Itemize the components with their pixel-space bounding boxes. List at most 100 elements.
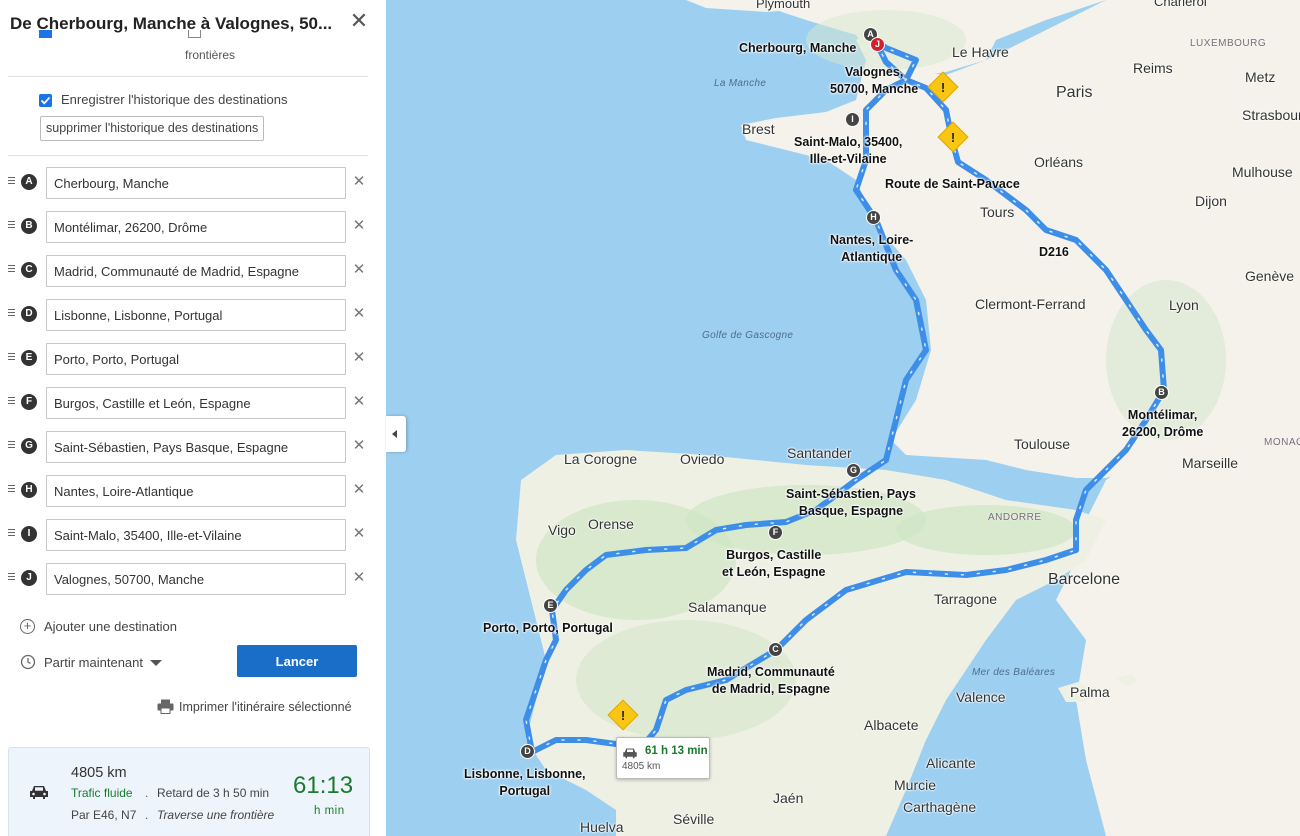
history-label: Enregistrer l'historique des destination…	[61, 92, 288, 107]
remove-stop-icon[interactable]: ✕	[352, 261, 366, 279]
place-brest: Brest	[742, 121, 775, 137]
waypoint-label-madrid: Madrid, Communauté de Madrid, Espagne	[707, 665, 835, 696]
collapse-panel-button[interactable]	[386, 416, 406, 452]
map-marker-g[interactable]: G	[846, 463, 861, 478]
road-label-d216: D216	[1039, 245, 1069, 259]
waypoint-label-saint-sebastien: Saint-Sébastien, Pays Basque, Espagne	[786, 487, 916, 518]
map-marker-i[interactable]: I	[845, 112, 860, 127]
stop-input-g[interactable]	[46, 431, 346, 463]
place-andorre: ANDORRE	[988, 512, 1042, 523]
place-lyon: Lyon	[1169, 297, 1199, 313]
map-marker-h[interactable]: H	[866, 210, 881, 225]
sea-la-manche: La Manche	[714, 78, 767, 89]
divider	[8, 155, 368, 156]
stop-input-h[interactable]	[46, 475, 346, 507]
partial-checkbox-2[interactable]	[188, 30, 201, 38]
launch-button[interactable]: Lancer	[237, 645, 357, 677]
divider	[8, 76, 368, 77]
map-marker-f[interactable]: F	[768, 525, 783, 540]
route-option-card[interactable]: 4805 km Trafic fluide . Retard de 3 h 50…	[8, 747, 370, 836]
separator-dot: .	[145, 808, 149, 822]
map-canvas[interactable]: Plymouth Charleroi Le Havre LUXEMBOURG R…	[386, 0, 1300, 836]
stop-row-d: D ✕	[0, 299, 386, 331]
remove-stop-icon[interactable]: ✕	[352, 525, 366, 543]
drag-handle-icon[interactable]	[8, 573, 15, 583]
place-paris: Paris	[1056, 84, 1093, 101]
stop-input-d[interactable]	[46, 299, 346, 331]
history-checkbox[interactable]	[39, 94, 52, 107]
drag-handle-icon[interactable]	[8, 353, 15, 363]
place-marseille: Marseille	[1182, 455, 1239, 471]
place-clermont: Clermont-Ferrand	[975, 296, 1086, 312]
remove-stop-icon[interactable]: ✕	[352, 305, 366, 323]
drag-handle-icon[interactable]	[8, 397, 15, 407]
stop-marker-i: I	[21, 526, 37, 542]
drag-handle-icon[interactable]	[8, 177, 15, 187]
stop-input-a[interactable]	[46, 167, 346, 199]
bubble-distance: 4805 km	[622, 761, 661, 772]
remove-stop-icon[interactable]: ✕	[352, 393, 366, 411]
avoid-borders-label: frontières	[185, 48, 236, 62]
stop-input-i[interactable]	[46, 519, 346, 551]
remove-stop-icon[interactable]: ✕	[352, 437, 366, 455]
place-tarragone: Tarragone	[934, 591, 998, 607]
waypoint-label-valognes: Valognes, 50700, Manche	[830, 65, 919, 96]
directions-panel: De Cherbourg, Manche à Valognes, 50... ✕…	[0, 0, 386, 836]
close-icon[interactable]: ✕	[346, 8, 372, 34]
printer-icon	[157, 699, 174, 714]
place-carthagene: Carthagène	[903, 799, 977, 815]
map-marker-e[interactable]: E	[543, 598, 558, 613]
stop-marker-c: C	[21, 262, 37, 278]
route-duration-bubble[interactable]: 61 h 13 min 4805 km	[616, 737, 710, 779]
stop-marker-d: D	[21, 306, 37, 322]
place-alicante: Alicante	[926, 755, 976, 771]
remove-stop-icon[interactable]: ✕	[352, 481, 366, 499]
place-vigo: Vigo	[548, 522, 576, 538]
stop-input-j[interactable]	[46, 563, 346, 595]
map-marker-b[interactable]: B	[1154, 385, 1169, 400]
map-marker-c[interactable]: C	[768, 642, 783, 657]
stop-input-c[interactable]	[46, 255, 346, 287]
separator-dot: .	[145, 786, 149, 800]
remove-stop-icon[interactable]: ✕	[352, 217, 366, 235]
stop-marker-g: G	[21, 438, 37, 454]
place-dijon: Dijon	[1195, 193, 1227, 209]
partial-checkbox-1[interactable]	[39, 30, 52, 38]
stop-input-b[interactable]	[46, 211, 346, 243]
remove-stop-icon[interactable]: ✕	[352, 569, 366, 587]
drag-handle-icon[interactable]	[8, 221, 15, 231]
remove-stop-icon[interactable]: ✕	[352, 349, 366, 367]
plus-circle-icon: +	[20, 619, 35, 634]
place-huelva: Huelva	[580, 819, 624, 835]
place-toulouse: Toulouse	[1014, 436, 1071, 452]
route-distance: 4805 km	[71, 765, 127, 781]
place-strasbourg: Strasbourg	[1242, 107, 1300, 123]
place-luxembourg: LUXEMBOURG	[1190, 38, 1267, 49]
place-murcie: Murcie	[894, 777, 937, 793]
drag-handle-icon[interactable]	[8, 309, 15, 319]
traffic-status: Trafic fluide	[71, 786, 133, 800]
stop-marker-f: F	[21, 394, 37, 410]
print-label: Imprimer l'itinéraire sélectionné	[179, 700, 352, 714]
route-via: Par E46, N7	[71, 808, 137, 822]
add-destination-label: Ajouter une destination	[44, 619, 177, 634]
clear-history-button[interactable]: supprimer l'historique des destinations	[40, 116, 265, 141]
drag-handle-icon[interactable]	[8, 529, 15, 539]
border-crossing-note: Traverse une frontière	[157, 808, 275, 822]
map-marker-d[interactable]: D	[520, 744, 535, 759]
remove-stop-icon[interactable]: ✕	[352, 173, 366, 191]
stop-input-f[interactable]	[46, 387, 346, 419]
drag-handle-icon[interactable]	[8, 485, 15, 495]
drag-handle-icon[interactable]	[8, 441, 15, 451]
delay-text: Retard de 3 h 50 min	[157, 786, 270, 800]
map-marker-j[interactable]: J	[870, 37, 885, 52]
stop-input-e[interactable]	[46, 343, 346, 375]
place-salamanque: Salamanque	[688, 599, 767, 615]
stop-marker-h: H	[21, 482, 37, 498]
sea-golfe-de-gascogne: Golfe de Gascogne	[702, 330, 794, 341]
place-la-corogne: La Corogne	[564, 451, 638, 467]
place-seville: Séville	[673, 811, 715, 827]
stop-marker-j: J	[21, 570, 37, 586]
drag-handle-icon[interactable]	[8, 265, 15, 275]
route-title: De Cherbourg, Manche à Valognes, 50...	[10, 14, 333, 33]
